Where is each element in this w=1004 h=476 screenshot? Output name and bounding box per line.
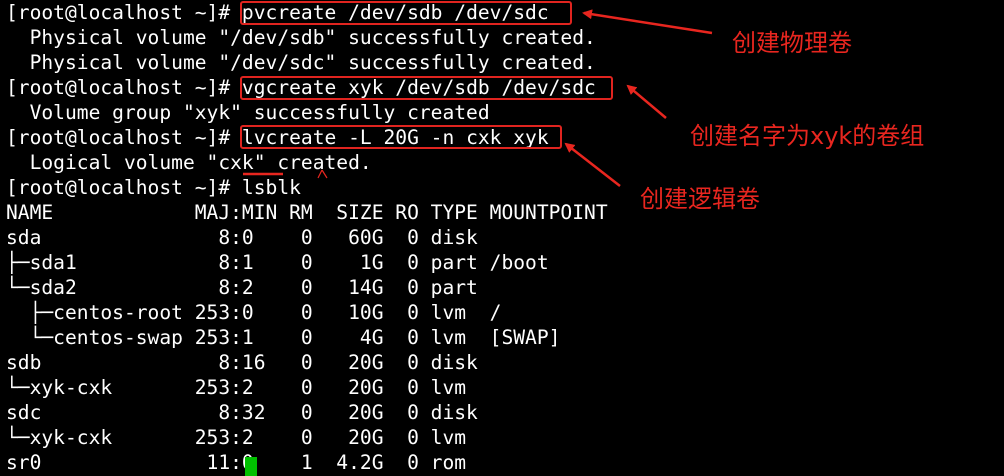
- command-lsblk: lsblk: [230, 176, 301, 199]
- vgcreate-highlight-box: [240, 76, 613, 100]
- arrow-lv: [564, 142, 621, 187]
- annotation-lv: 创建逻辑卷: [640, 185, 760, 213]
- lsblk-row: └─centos-swap 253:1 0 4G 0 lvm [SWAP]: [6, 326, 561, 349]
- lsblk-row: sdc 8:32 0 20G 0 disk: [6, 401, 478, 424]
- pvcreate-highlight-box: [240, 1, 572, 25]
- arrow-vg: [626, 84, 667, 119]
- terminal-window[interactable]: [root@localhost ~]# pvcreate /dev/sdb /d…: [0, 0, 1004, 476]
- lsblk-header: NAME MAJ:MIN RM SIZE RO TYPE MOUNTPOINT: [6, 201, 608, 224]
- terminal-line-7: Logical volume "cxk" created.: [6, 151, 372, 174]
- shell-prompt: [root@localhost ~]#: [6, 1, 231, 24]
- lvcreate-highlight-box: [240, 125, 562, 149]
- lsblk-row: sr0 11:0 1 4.2G 0 rom: [6, 451, 467, 474]
- terminal-line-5: Volume group "xyk" successfully created: [6, 101, 490, 124]
- shell-prompt: [root@localhost ~]#: [6, 76, 231, 99]
- annotation-vg: 创建名字为xyk的卷组: [690, 122, 925, 150]
- lsblk-row: sdb 8:16 0 20G 0 disk: [6, 351, 478, 374]
- annotation-pv: 创建物理卷: [732, 29, 852, 57]
- terminal-cursor: [245, 457, 257, 476]
- lsblk-row: ├─sda1 8:1 0 1G 0 part /boot: [6, 251, 549, 274]
- lsblk-row: ├─centos-root 253:0 0 10G 0 lvm /: [6, 301, 502, 324]
- lsblk-row: └─xyk-cxk 253:2 0 20G 0 lvm: [6, 376, 467, 399]
- lsblk-row: └─xyk-cxk 253:2 0 20G 0 lvm: [6, 426, 467, 449]
- shell-prompt: [root@localhost ~]#: [6, 126, 231, 149]
- shell-prompt: [root@localhost ~]#: [6, 176, 231, 199]
- terminal-line-8: [root@localhost ~]# lsblk: [6, 175, 301, 200]
- arrow-pv: [582, 9, 713, 35]
- terminal-line-3: Physical volume "/dev/sdc" successfully …: [6, 51, 596, 74]
- lsblk-row: └─sda2 8:2 0 14G 0 part: [6, 276, 478, 299]
- lsblk-row: sda 8:0 0 60G 0 disk: [6, 226, 478, 249]
- terminal-line-2: Physical volume "/dev/sdb" successfully …: [6, 26, 596, 49]
